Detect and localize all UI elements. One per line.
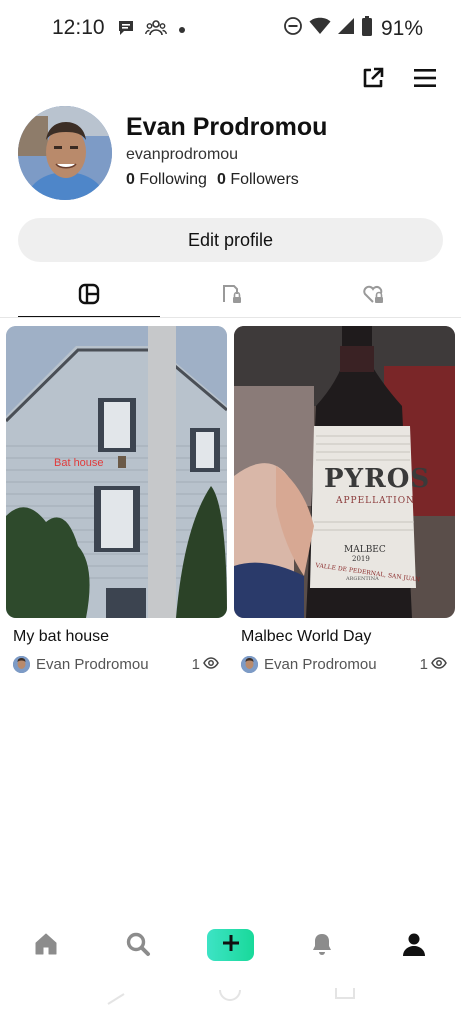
post-views: 1 (420, 656, 447, 673)
bottom-nav (0, 924, 461, 968)
menu-button[interactable] (411, 66, 439, 94)
wine-label-country: ARGENTINA (346, 576, 379, 582)
share-external-icon (361, 66, 385, 95)
grid-icon (78, 283, 100, 310)
profile-handle: evanprodromou (126, 146, 239, 163)
battery-icon (361, 16, 373, 41)
following-stat[interactable]: 0 Following (126, 171, 207, 189)
post-thumbnail[interactable]: Bat house (6, 326, 227, 618)
eye-icon (203, 656, 219, 673)
profile-stats: 0 Following 0 Followers (126, 171, 299, 189)
tab-posts[interactable] (18, 276, 160, 318)
author-avatar (13, 656, 30, 673)
edit-profile-button[interactable]: Edit profile (18, 218, 443, 262)
do-not-disturb-icon (283, 16, 303, 41)
cell-signal-icon (337, 17, 355, 40)
post-card[interactable]: Bat house My bat house Evan Prodromou 1 (6, 326, 227, 673)
post-thumbnail[interactable]: PYROS APPELLATION MALBEC 2019 VALLE DE P… (234, 326, 455, 618)
back-gesture-icon[interactable] (104, 986, 128, 1011)
home-gesture-icon[interactable] (217, 986, 243, 1011)
message-notification-icon (117, 19, 135, 42)
home-icon (33, 931, 59, 962)
system-navigation-bar (0, 986, 461, 1016)
author-avatar (241, 656, 258, 673)
post-card[interactable]: PYROS APPELLATION MALBEC 2019 VALLE DE P… (234, 326, 455, 673)
bell-icon (309, 931, 335, 962)
liked-lock-icon (361, 282, 385, 311)
status-bar: 12:10 91% (0, 0, 461, 58)
wifi-icon (309, 17, 331, 40)
post-title: Malbec World Day (241, 628, 372, 645)
recents-gesture-icon[interactable] (334, 986, 356, 1011)
wine-label-brand: PYROS (324, 464, 431, 494)
create-button[interactable] (207, 929, 254, 961)
tab-liked[interactable] (302, 276, 444, 316)
post-author: Evan Prodromou (264, 656, 377, 673)
status-time: 12:10 (52, 16, 105, 39)
followers-stat[interactable]: 0 Followers (217, 171, 299, 189)
wine-label-year: 2019 (352, 555, 370, 563)
tab-private[interactable] (160, 276, 302, 316)
dot-indicator-icon (177, 22, 187, 40)
group-notification-icon (145, 19, 167, 42)
wine-label-type: MALBEC (344, 545, 386, 555)
post-author: Evan Prodromou (36, 656, 149, 673)
post-title: My bat house (13, 628, 110, 645)
post-overlay-text: Bat house (54, 457, 104, 469)
profile-avatar[interactable] (18, 106, 112, 200)
wine-label-sub: APPELLATION (336, 496, 415, 506)
tabs-divider (0, 317, 461, 318)
profile-tabs (0, 276, 461, 318)
nav-notifications[interactable] (304, 928, 340, 964)
post-views: 1 (192, 656, 219, 673)
private-bookmark-icon (219, 282, 243, 311)
eye-icon (431, 656, 447, 673)
nav-profile[interactable] (396, 928, 432, 964)
nav-search[interactable] (120, 928, 156, 964)
search-icon (125, 931, 151, 962)
nav-home[interactable] (28, 928, 64, 964)
share-profile-button[interactable] (359, 66, 387, 94)
battery-percentage: 91% (380, 16, 423, 40)
plus-icon (222, 934, 240, 957)
profile-name: Evan Prodromou (126, 113, 328, 141)
profile-icon (401, 931, 427, 962)
hamburger-menu-icon (413, 67, 437, 94)
